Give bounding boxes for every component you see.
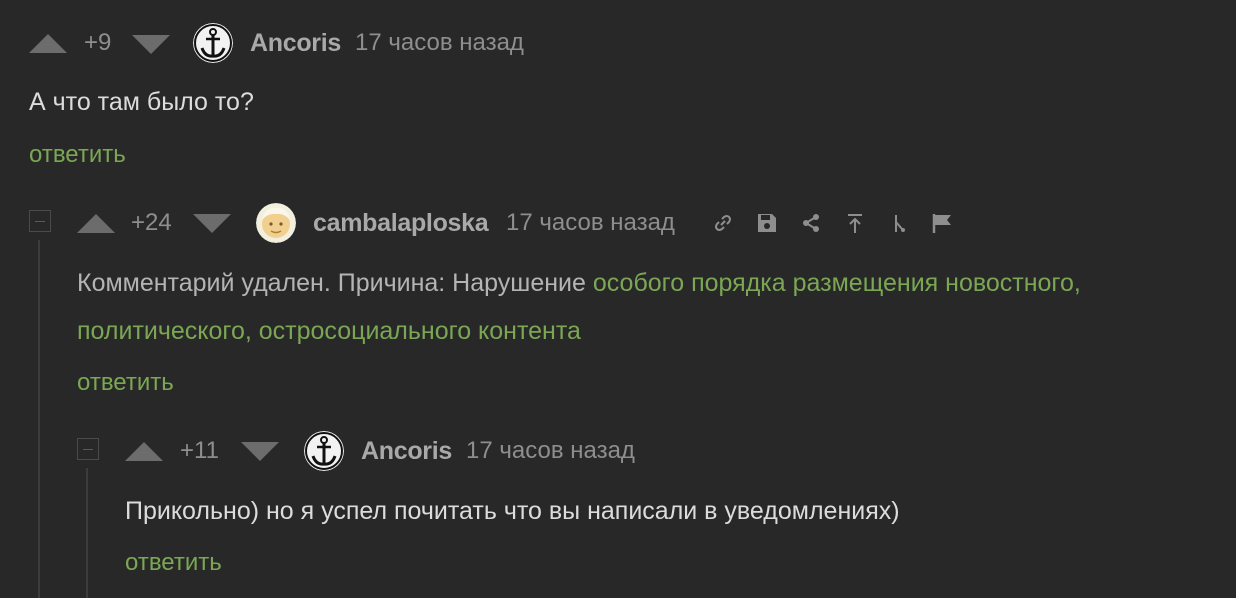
avatar[interactable] xyxy=(256,203,296,243)
reply-link[interactable]: ответить xyxy=(77,369,174,397)
comment-score: +24 xyxy=(131,209,172,236)
comment-score: +9 xyxy=(84,29,112,56)
username[interactable]: Ancoris xyxy=(361,437,452,465)
share-icon[interactable] xyxy=(800,212,822,234)
comment-text: Прикольно) но я успел почитать что вы на… xyxy=(125,497,900,525)
go-to-parent-icon[interactable] xyxy=(844,212,866,234)
reply-link[interactable]: ответить xyxy=(125,549,222,577)
save-icon[interactable] xyxy=(756,212,778,234)
avatar[interactable] xyxy=(193,23,233,63)
comment-text: А что там было то? xyxy=(29,88,254,116)
vote-up-icon[interactable] xyxy=(77,214,115,233)
deleted-reason-text: Комментарий удален. Причина: Нарушение xyxy=(77,269,593,297)
username[interactable]: Ancoris xyxy=(250,29,341,57)
deleted-comment-notice: Комментарий удален. Причина: Нарушение о… xyxy=(77,259,1236,355)
thread-branch-line[interactable] xyxy=(86,468,88,598)
collapse-thread-icon[interactable] xyxy=(29,210,51,232)
collapse-thread-icon[interactable] xyxy=(77,438,99,460)
comment-time[interactable]: 17 часов назад xyxy=(355,29,524,57)
vote-up-icon[interactable] xyxy=(125,442,163,461)
comment-score: +11 xyxy=(180,437,219,464)
comment-time[interactable]: 17 часов назад xyxy=(506,209,675,237)
reply-link[interactable]: ответить xyxy=(29,141,126,169)
comment-time[interactable]: 17 часов назад xyxy=(466,437,635,465)
vote-down-icon[interactable] xyxy=(241,442,279,461)
vote-up-icon[interactable] xyxy=(29,34,67,53)
username[interactable]: cambalaploska xyxy=(313,209,489,237)
vote-down-icon[interactable] xyxy=(193,214,231,233)
thread-branch-line[interactable] xyxy=(38,240,40,598)
link-icon[interactable] xyxy=(712,212,734,234)
branch-icon[interactable] xyxy=(888,212,910,234)
vote-down-icon[interactable] xyxy=(132,35,170,54)
report-flag-icon[interactable] xyxy=(931,212,953,234)
avatar[interactable] xyxy=(304,431,344,471)
